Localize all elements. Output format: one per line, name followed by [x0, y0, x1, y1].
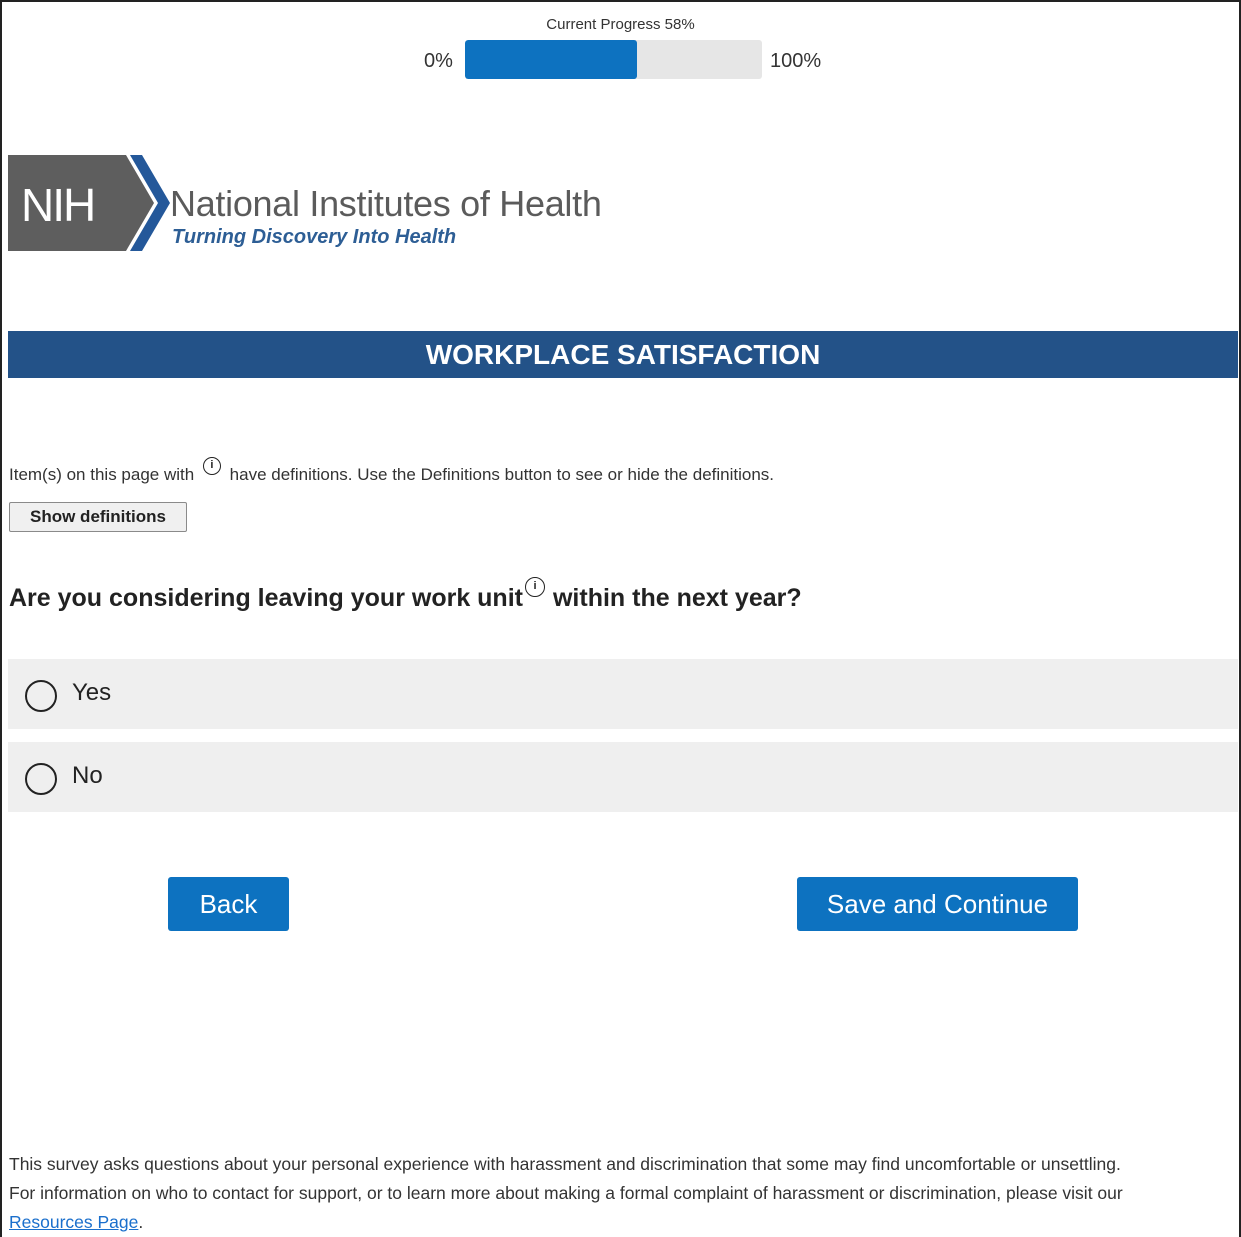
- footer-line-3: Resources Page.: [9, 1208, 1237, 1237]
- nih-logo-mark-text: NIH: [21, 179, 94, 231]
- back-button[interactable]: Back: [168, 877, 289, 931]
- option-label-no: No: [72, 762, 103, 789]
- radio-button-no[interactable]: [25, 763, 57, 795]
- progress-label: Current Progress 58%: [546, 16, 695, 33]
- option-yes[interactable]: Yes: [8, 659, 1238, 729]
- question-text-before: Are you considering leaving your work un…: [9, 584, 523, 612]
- org-name: National Institutes of Health: [170, 183, 602, 224]
- question-text: Are you considering leaving your work un…: [9, 577, 802, 613]
- info-icon: i: [202, 456, 221, 475]
- show-definitions-button[interactable]: Show definitions: [9, 502, 187, 532]
- progress-bar-fill: [465, 40, 638, 79]
- progress-bar: [465, 40, 762, 79]
- resources-page-link[interactable]: Resources Page: [9, 1212, 138, 1232]
- footer-trailing: .: [138, 1212, 144, 1232]
- footer-notice: This survey asks questions about your pe…: [9, 1150, 1237, 1237]
- save-and-continue-button[interactable]: Save and Continue: [797, 877, 1078, 931]
- section-title: WORKPLACE SATISFACTION: [8, 331, 1238, 378]
- footer-line-2: For information on who to contact for su…: [9, 1183, 1123, 1203]
- progress-max-label: 100%: [770, 50, 822, 72]
- option-no[interactable]: No: [8, 742, 1238, 812]
- definitions-note-text-after: have definitions. Use the Definitions bu…: [229, 465, 775, 484]
- org-tagline: Turning Discovery Into Health: [172, 226, 457, 248]
- info-icon[interactable]: i: [524, 577, 545, 598]
- definitions-note-text-before: Item(s) on this page with: [9, 465, 195, 484]
- question-text-after: within the next year?: [552, 584, 802, 612]
- option-label-yes: Yes: [72, 679, 112, 706]
- footer-line-1: This survey asks questions about your pe…: [9, 1154, 1121, 1174]
- radio-button-yes[interactable]: [25, 680, 57, 712]
- progress-min-label: 0%: [424, 50, 453, 72]
- definitions-note: Item(s) on this page with i have definit…: [9, 456, 775, 485]
